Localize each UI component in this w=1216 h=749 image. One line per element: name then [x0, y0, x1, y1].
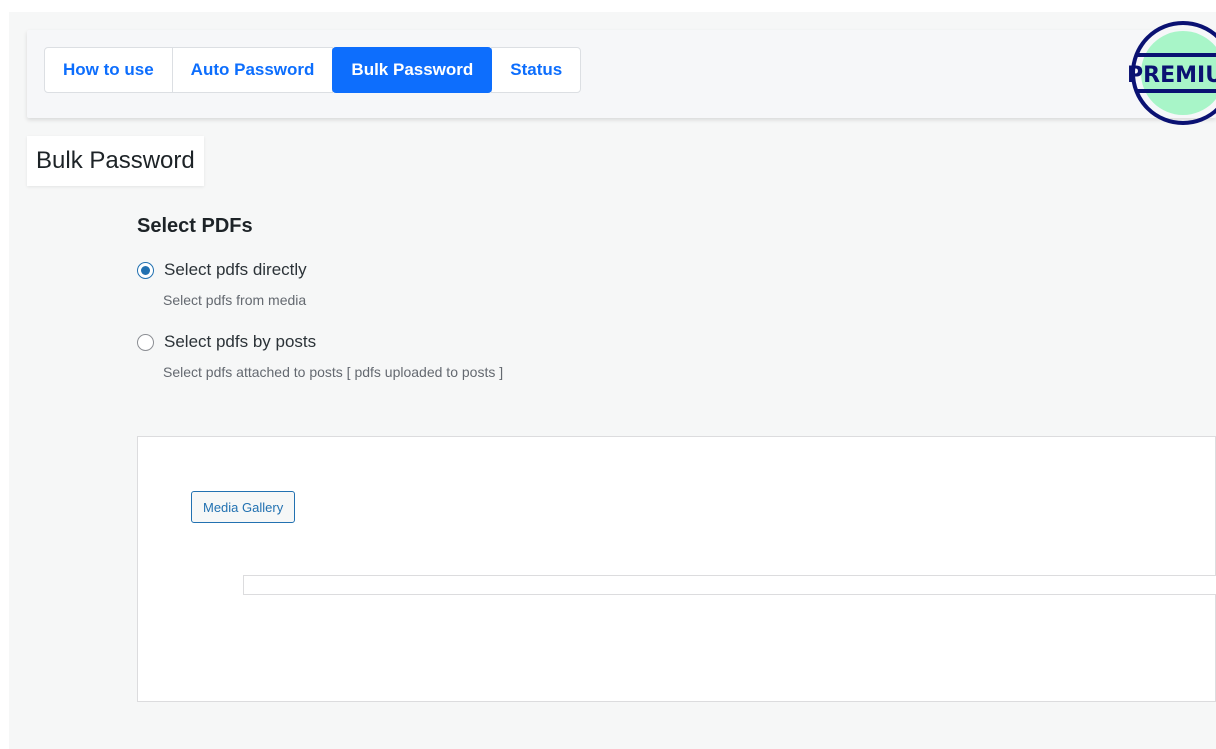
radio-button-checked[interactable] [137, 261, 154, 279]
media-gallery-button[interactable]: Media Gallery [191, 491, 296, 523]
premium-badge-icon: PREMIUM [1128, 21, 1216, 125]
radio-button-unchecked[interactable] [137, 333, 154, 351]
tab-group: How to use Auto Password Bulk Password S… [44, 47, 582, 93]
tab-bar: How to use Auto Password Bulk Password S… [27, 21, 1216, 125]
selected-pdfs-list [243, 575, 1216, 595]
page-background: How to use Auto Password Bulk Password S… [9, 12, 1216, 749]
tab-status[interactable]: Status [491, 47, 582, 93]
radio-desc-directly: Select pdfs from media [163, 292, 307, 308]
radio-label-by-posts: Select pdfs by posts [164, 332, 317, 351]
select-pdfs-title: Select PDFs [137, 215, 253, 237]
radio-desc-by-posts: Select pdfs attached to posts [ pdfs upl… [163, 364, 504, 380]
premium-badge-label: PREMIUM [1128, 63, 1216, 88]
radio-label-directly: Select pdfs directly [164, 260, 307, 279]
tab-bulk-password[interactable]: Bulk Password [332, 47, 493, 93]
radio-select-by-posts[interactable]: Select pdfs by posts [137, 332, 316, 352]
tab-auto-password[interactable]: Auto Password [171, 47, 334, 93]
tab-how-to-use[interactable]: How to use [44, 47, 173, 93]
radio-select-directly[interactable]: Select pdfs directly [137, 260, 307, 280]
media-panel: Media Gallery [137, 436, 1216, 702]
page-title: Bulk Password [27, 136, 204, 186]
